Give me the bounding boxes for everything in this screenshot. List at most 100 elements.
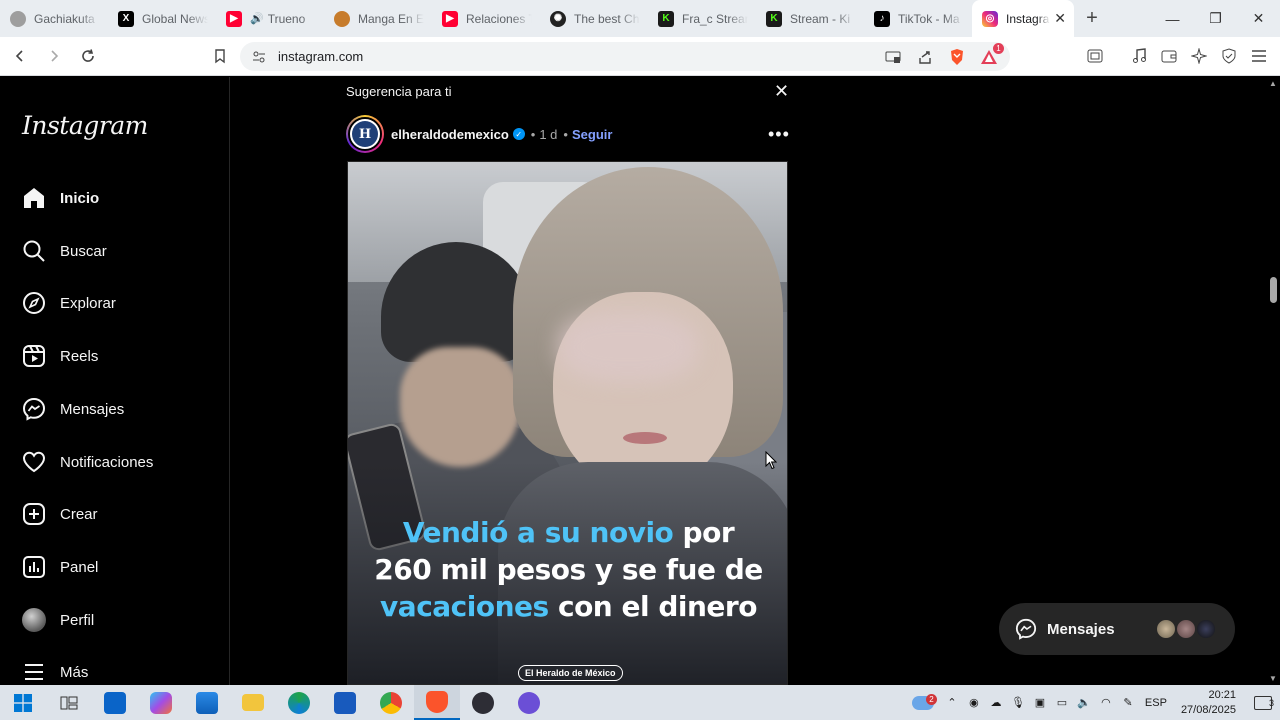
tab-gachiakuta[interactable]: Gachiakuta <box>0 0 108 37</box>
close-suggestion-icon[interactable]: ✕ <box>774 81 789 102</box>
leo-ai-icon[interactable] <box>1186 43 1212 69</box>
chrome-icon <box>380 691 402 714</box>
follow-button[interactable]: Seguir <box>572 127 612 142</box>
url-text[interactable]: instagram.com <box>278 49 363 64</box>
taskbar-app-dark[interactable] <box>460 685 506 720</box>
tab-tiktok[interactable]: ♪ TikTok - Ma <box>864 0 972 37</box>
sidebar-item-mensajes[interactable]: Mensajes <box>22 394 124 424</box>
speaker-icon[interactable]: 🔊 <box>250 12 264 25</box>
tab-label: Trueno <box>267 11 306 26</box>
address-bar[interactable]: instagram.com 1 <box>240 42 1010 71</box>
sidebar-item-perfil[interactable]: Perfil <box>22 605 94 635</box>
tab-stream-kick[interactable]: K Stream - Ki <box>756 0 864 37</box>
language-indicator[interactable]: ESP <box>1139 697 1173 709</box>
taskbar-word[interactable] <box>322 685 368 720</box>
windows-taskbar: 2 ⌃ ◉ ☁ 🎙 ▣ ▭ 🔈 ◠ ✎ ESP 20:21 27/08/2025… <box>0 685 1280 720</box>
sidebar-item-label: Panel <box>60 558 99 576</box>
post-media[interactable]: Vendió a su novio por 260 mil pesos y se… <box>347 161 788 685</box>
tab-global-news[interactable]: X Global News <box>108 0 216 37</box>
close-window-button[interactable]: ✕ <box>1237 0 1280 37</box>
display-icon[interactable]: ▣ <box>1029 696 1051 709</box>
sidebar-item-explorar[interactable]: Explorar <box>22 288 116 318</box>
tab-instagram[interactable]: ◎ Instagram ✕ <box>972 0 1074 37</box>
onedrive-icon[interactable]: ☁ <box>985 696 1007 709</box>
taskbar-outlook[interactable] <box>92 685 138 720</box>
scroll-up-icon[interactable]: ▲ <box>1269 79 1277 88</box>
taskbar-app-purple[interactable] <box>506 685 552 720</box>
taskbar-store[interactable] <box>184 685 230 720</box>
post-avatar[interactable]: H <box>346 115 384 153</box>
wallet-icon[interactable] <box>1156 43 1182 69</box>
page-scrollbar[interactable]: ▲ ▼ <box>1266 77 1280 685</box>
chatgpt-icon: ✺ <box>550 10 566 27</box>
tab-trueno[interactable]: ▶ 🔊 Trueno <box>216 0 324 37</box>
copilot-icon <box>150 691 172 714</box>
separator-dot: • <box>563 126 568 142</box>
home-icon <box>22 186 46 210</box>
brave-shields-icon[interactable] <box>944 46 970 68</box>
sidebar-item-label: Notificaciones <box>60 453 154 471</box>
tab-the-best[interactable]: ✺ The best Ch <box>540 0 648 37</box>
restore-button[interactable]: ❐ <box>1194 0 1237 37</box>
manga-icon <box>334 10 350 27</box>
menu-icon <box>22 660 46 684</box>
sidebar-item-buscar[interactable]: Buscar <box>22 236 107 266</box>
share-icon[interactable] <box>912 46 938 68</box>
start-button[interactable] <box>0 685 46 720</box>
sidebar-item-crear[interactable]: Crear <box>22 499 98 529</box>
microphone-icon[interactable]: 🎙 <box>1007 696 1029 709</box>
taskbar-brave[interactable] <box>414 685 460 720</box>
weather-widget[interactable]: 2 <box>905 693 941 710</box>
new-tab-button[interactable]: + <box>1074 7 1110 30</box>
post-time[interactable]: 1 d <box>539 127 557 142</box>
battery-icon[interactable]: ▭ <box>1051 696 1073 709</box>
taskbar-edge[interactable] <box>276 685 322 720</box>
taskbar-copilot[interactable] <box>138 685 184 720</box>
toolbar-right-actions <box>1082 43 1272 69</box>
tab-label: Fra_c Stream <box>682 11 748 26</box>
cast-icon[interactable] <box>880 46 906 68</box>
sidebar-item-notificaciones[interactable]: Notificaciones <box>22 447 153 477</box>
browser-toolbar: instagram.com 1 <box>0 37 1280 76</box>
tab-manga[interactable]: Manga En E <box>324 0 432 37</box>
vpn-icon[interactable] <box>1216 43 1242 69</box>
clock[interactable]: 20:21 27/08/2025 <box>1181 688 1236 718</box>
taskbar-explorer[interactable] <box>230 685 276 720</box>
sidebar-toggle-icon[interactable] <box>1082 43 1108 69</box>
brave-rewards-icon[interactable]: 1 <box>976 43 1004 68</box>
browser-menu-icon[interactable] <box>1246 43 1272 69</box>
task-view-button[interactable] <box>46 685 92 720</box>
wifi-icon[interactable]: ◠ <box>1095 696 1117 709</box>
forward-button[interactable] <box>40 42 68 70</box>
sidebar-item-panel[interactable]: Panel <box>22 552 98 582</box>
tab-close-icon[interactable]: ✕ <box>1054 10 1066 27</box>
reload-button[interactable] <box>74 42 102 70</box>
store-icon <box>196 691 218 714</box>
rewards-badge: 1 <box>993 43 1004 54</box>
sidebar-item-reels[interactable]: Reels <box>22 341 98 371</box>
music-icon[interactable] <box>1126 43 1152 69</box>
tab-frac-stream[interactable]: K Fra_c Stream <box>648 0 756 37</box>
suggestion-label: Sugerencia para ti <box>346 84 452 99</box>
minimize-button[interactable]: — <box>1151 0 1194 37</box>
instagram-logo[interactable]: Instagram <box>22 111 148 140</box>
taskbar-chrome[interactable] <box>368 685 414 720</box>
site-settings-icon <box>253 51 265 62</box>
post-username[interactable]: elheraldodemexico <box>391 127 509 142</box>
chevron-up-icon[interactable]: ⌃ <box>941 696 963 709</box>
bookmark-button[interactable] <box>206 42 234 70</box>
notification-center-button[interactable]: 3 <box>1246 695 1280 710</box>
sidebar-item-mas[interactable]: Más <box>22 657 88 687</box>
messages-pill[interactable]: Mensajes <box>999 603 1235 655</box>
back-button[interactable] <box>6 42 34 70</box>
tab-relaciones[interactable]: ▶ Relaciones T <box>432 0 540 37</box>
volume-icon[interactable]: 🔈 <box>1073 696 1095 709</box>
pen-icon[interactable]: ✎ <box>1117 696 1139 709</box>
camera-icon[interactable]: ◉ <box>963 696 985 709</box>
more-options-icon[interactable]: ••• <box>768 124 790 145</box>
scroll-down-icon[interactable]: ▼ <box>1269 674 1277 683</box>
app-icon <box>472 691 494 714</box>
sidebar-item-inicio[interactable]: Inicio <box>22 183 99 213</box>
scrollbar-thumb[interactable] <box>1270 277 1277 303</box>
messages-pill-label: Mensajes <box>1047 620 1115 638</box>
